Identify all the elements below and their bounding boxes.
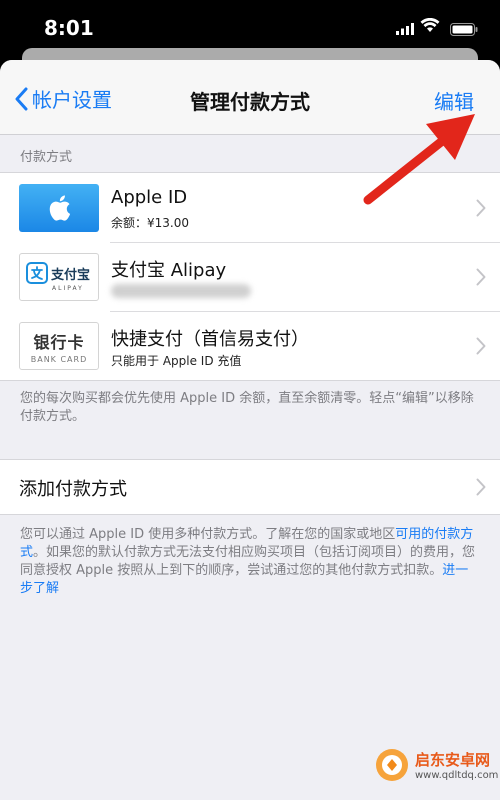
bank-card-thumb-name: 银行卡 xyxy=(33,332,85,352)
section-header: 付款方式 xyxy=(20,150,73,165)
cellular-signal-icon xyxy=(396,20,414,39)
footnote-text-2: 。如果您的默认付款方式无法支付相应购买项目（包括订阅项目）的费用，您同意授权 A… xyxy=(20,545,476,578)
payment-method-title: Apple ID xyxy=(111,187,188,208)
annotation-arrow xyxy=(363,114,475,205)
bank-card-thumb-english: BANK CARD xyxy=(30,354,88,364)
apple-logo-icon xyxy=(19,184,99,232)
add-payment-method-button[interactable]: 添加付款方式 xyxy=(0,460,500,514)
footnote-text-1: 您可以通过 Apple ID 使用多种付款方式。了解在您的国家或地区 xyxy=(20,527,396,542)
chevron-right-icon xyxy=(476,478,486,496)
payment-method-title: 快捷支付（首信易支付） xyxy=(111,329,309,350)
alipay-symbol-icon xyxy=(26,262,48,284)
chevron-right-icon xyxy=(476,268,486,286)
alipay-logo-icon: 支付宝 ALIPAY xyxy=(19,253,99,301)
blurred-account-info xyxy=(111,284,251,298)
payment-method-note: 只能用于 Apple ID 充值 xyxy=(111,354,242,368)
watermark-name: 启东安卓网 xyxy=(415,751,491,769)
watermark-logo-icon xyxy=(376,749,408,781)
watermark-url: www.qdltdq.com xyxy=(415,770,499,781)
payment-method-title: 支付宝 Alipay xyxy=(111,260,227,281)
add-payment-method-label: 添加付款方式 xyxy=(19,479,127,500)
chevron-right-icon xyxy=(476,337,486,355)
alipay-thumb-name: 支付宝 xyxy=(51,267,91,283)
payment-method-bank-card[interactable]: 银行卡 BANK CARD 快捷支付（首信易支付） 只能用于 Apple ID … xyxy=(0,311,500,380)
bank-card-icon: 银行卡 BANK CARD xyxy=(19,322,99,370)
watermark: 启东安卓网 www.qdltdq.com xyxy=(375,748,498,782)
status-time: 8:01 xyxy=(44,16,94,40)
payment-method-alipay[interactable]: 支付宝 ALIPAY 支付宝 Alipay xyxy=(0,242,500,311)
payment-method-balance: 余额：¥13.00 xyxy=(111,216,189,230)
battery-icon xyxy=(450,21,478,40)
payment-info-footnote: 您可以通过 Apple ID 使用多种付款方式。了解在您的国家或地区可用的付款方… xyxy=(20,526,480,598)
alipay-thumb-english: ALIPAY xyxy=(52,285,84,292)
wifi-icon xyxy=(420,17,440,37)
balance-footnote: 您的每次购买都会优先使用 Apple ID 余额，直至余额清零。轻点“编辑”以移… xyxy=(20,391,474,424)
add-method-group: 添加付款方式 xyxy=(0,459,500,515)
